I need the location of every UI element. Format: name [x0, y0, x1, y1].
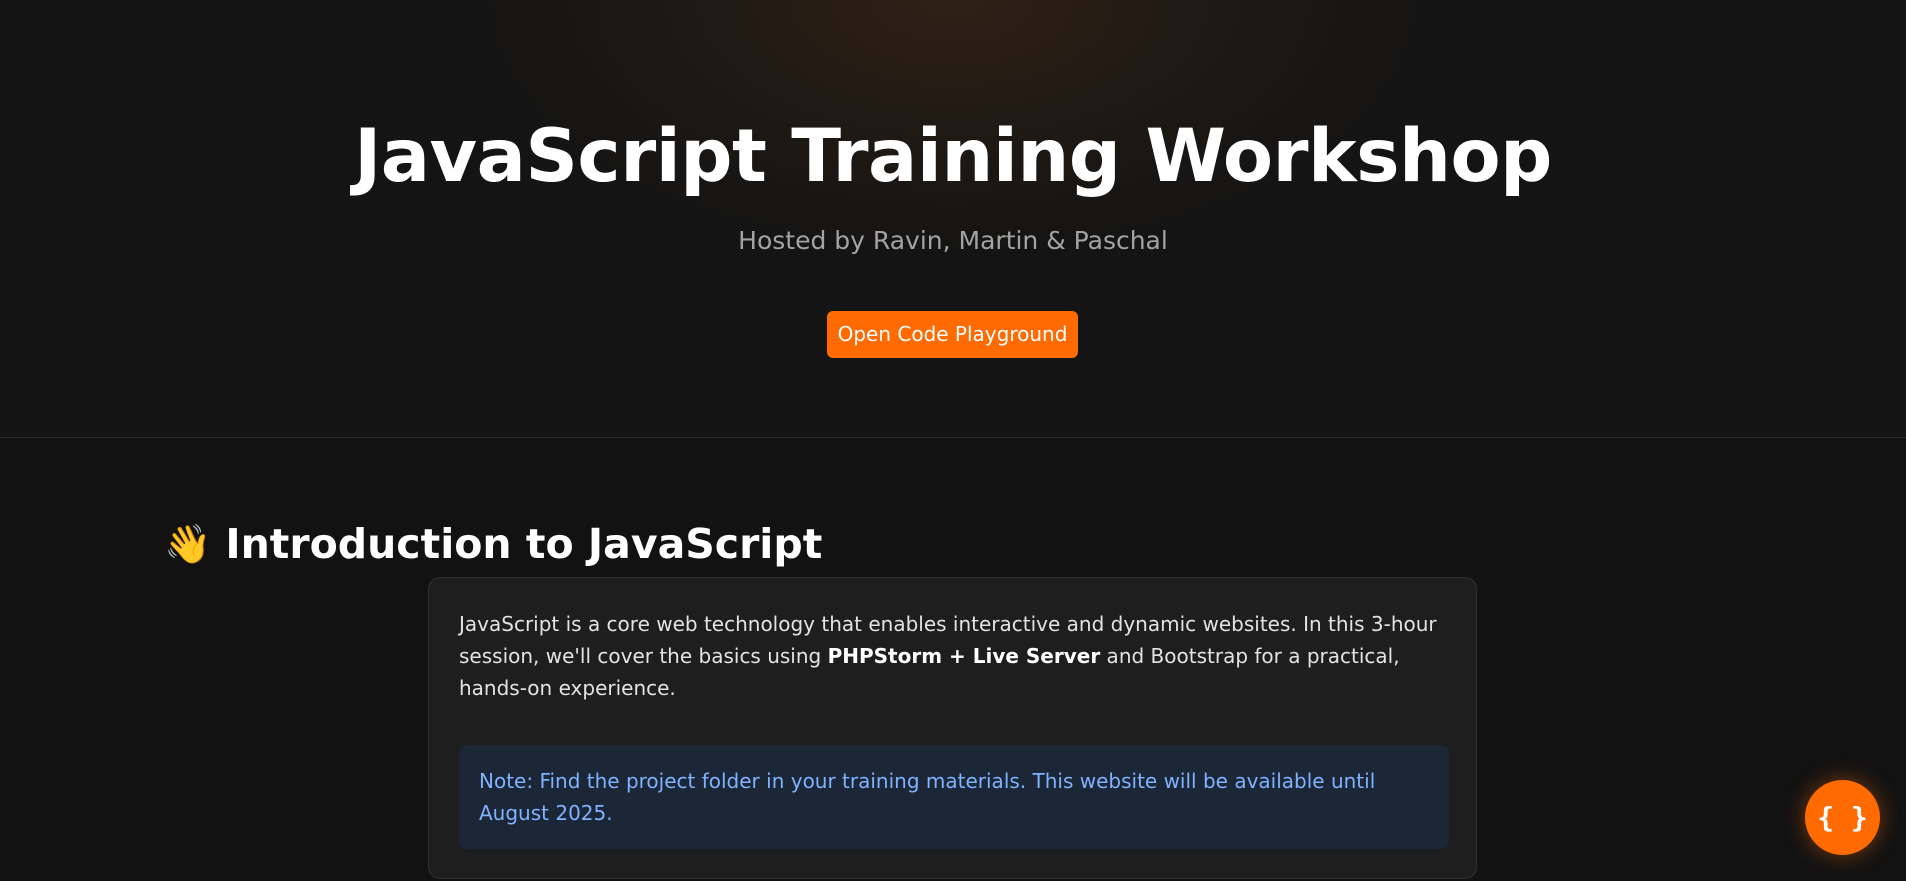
intro-paragraph: JavaScript is a core web technology that…	[459, 608, 1449, 704]
section-heading: 👋 Introduction to JavaScript	[164, 518, 822, 570]
open-code-playground-button[interactable]: Open Code Playground	[827, 311, 1078, 358]
page-subtitle: Hosted by Ravin, Martin & Paschal	[738, 226, 1168, 255]
intro-paragraph-highlight: PHPStorm + Live Server	[827, 644, 1101, 668]
code-braces-fab-button[interactable]: { }	[1805, 780, 1880, 855]
section-title: Introduction to JavaScript	[225, 520, 823, 568]
page-title: JavaScript Training Workshop	[354, 114, 1552, 199]
hero-section: JavaScript Training Workshop Hosted by R…	[0, 0, 1906, 438]
info-note: Note: Find the project folder in your tr…	[459, 745, 1449, 849]
waving-hand-icon: 👋	[164, 522, 212, 566]
intro-card: JavaScript is a core web technology that…	[428, 577, 1477, 879]
